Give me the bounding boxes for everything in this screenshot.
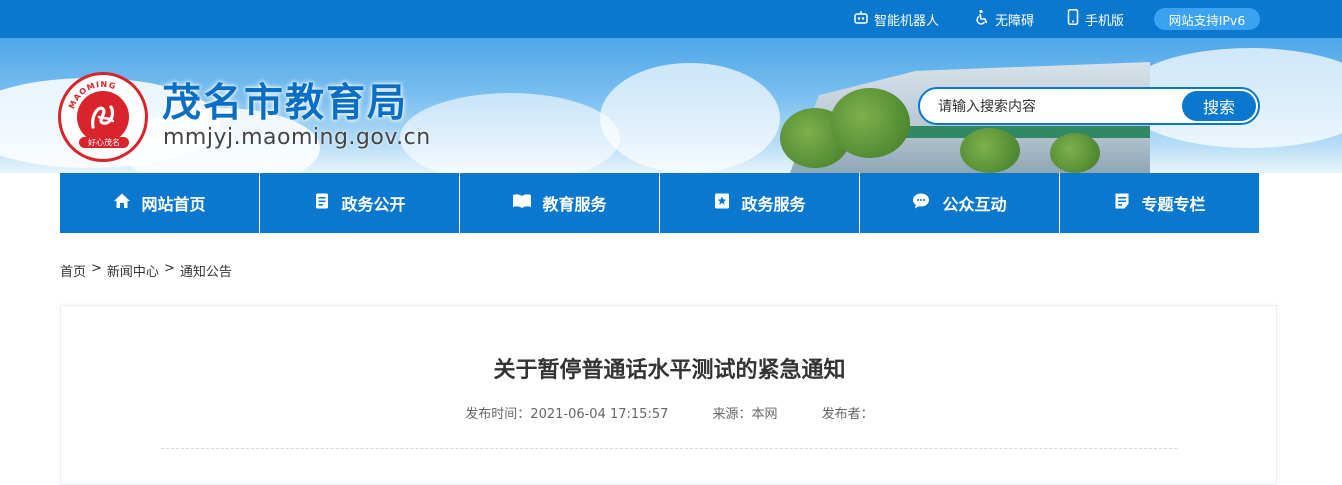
breadcrumb: 首页 > 新闻中心 > 通知公告 bbox=[60, 261, 232, 280]
site-title[interactable]: 茂名市教育局 bbox=[162, 72, 408, 128]
chat-icon bbox=[912, 192, 942, 214]
breadcrumb-home[interactable]: 首页 bbox=[60, 261, 86, 280]
breadcrumb-news-center[interactable]: 新闻中心 bbox=[107, 261, 159, 280]
publish-time: 发布时间：2021-06-04 17:15:57 bbox=[465, 407, 669, 422]
article-meta: 发布时间：2021-06-04 17:15:57 来源：本网 发布者： bbox=[61, 403, 1278, 422]
search-button[interactable]: 搜索 bbox=[1182, 91, 1256, 121]
main-nav: 网站首页 政务公开 教育服务 政务服务 公众互动 专题专栏 bbox=[60, 173, 1259, 233]
document-icon bbox=[313, 192, 341, 214]
star-bookmark-icon bbox=[713, 192, 741, 214]
search-input[interactable] bbox=[938, 97, 1158, 117]
article-source: 来源：本网 bbox=[712, 407, 778, 422]
logo-emblem bbox=[77, 91, 129, 143]
tree-decoration bbox=[830, 88, 910, 158]
nav-item-gov-services[interactable]: 政务服务 bbox=[660, 173, 860, 233]
nav-item-label: 政务公开 bbox=[341, 195, 406, 214]
nav-item-special-topics[interactable]: 专题专栏 bbox=[1060, 173, 1259, 233]
nav-item-label: 教育服务 bbox=[542, 195, 607, 214]
ipv6-badge: 网站支持IPv6 bbox=[1154, 8, 1260, 30]
accessibility-link-label: 无障碍 bbox=[995, 13, 1035, 29]
top-bar: 智能机器人 无障碍 手机版 网站支持IPv6 bbox=[0, 0, 1342, 38]
robot-link[interactable]: 智能机器人 bbox=[853, 9, 939, 29]
nav-item-label: 公众互动 bbox=[942, 195, 1007, 214]
nav-item-label: 网站首页 bbox=[141, 195, 206, 214]
breadcrumb-separator: > bbox=[163, 261, 175, 276]
mobile-icon bbox=[1066, 9, 1085, 29]
tree-decoration bbox=[960, 128, 1020, 173]
site-domain: mmjyj.maoming.gov.cn bbox=[163, 125, 431, 150]
nav-item-home[interactable]: 网站首页 bbox=[60, 173, 260, 233]
robot-icon bbox=[853, 9, 874, 29]
meta-divider bbox=[161, 448, 1177, 449]
breadcrumb-separator: > bbox=[91, 261, 102, 276]
nav-item-label: 政务服务 bbox=[741, 195, 806, 214]
robot-link-label: 智能机器人 bbox=[874, 13, 940, 29]
book-icon bbox=[512, 192, 542, 214]
accessibility-link[interactable]: 无障碍 bbox=[974, 9, 1034, 29]
article-publisher: 发布者： bbox=[821, 407, 874, 422]
article-title: 关于暂停普通话水平测试的紧急通知 bbox=[493, 358, 846, 383]
site-logo[interactable]: MAOMING 好心茂名 bbox=[58, 72, 148, 162]
search-box: 搜索 bbox=[918, 87, 1260, 125]
mobile-link[interactable]: 手机版 bbox=[1066, 9, 1124, 29]
breadcrumb-notices[interactable]: 通知公告 bbox=[180, 261, 232, 280]
article-card: 关于暂停普通话水平测试的紧急通知 发布时间：2021-06-04 17:15:5… bbox=[60, 305, 1277, 485]
nav-item-public-interaction[interactable]: 公众互动 bbox=[860, 173, 1060, 233]
home-icon bbox=[113, 192, 141, 214]
mobile-link-label: 手机版 bbox=[1085, 13, 1125, 29]
cloud-decoration bbox=[600, 63, 780, 173]
accessibility-icon bbox=[974, 9, 995, 29]
nav-item-label: 专题专栏 bbox=[1141, 195, 1206, 214]
tree-decoration bbox=[1050, 133, 1100, 173]
logo-text-bottom: 好心茂名 bbox=[79, 137, 129, 148]
nav-item-gov-affairs[interactable]: 政务公开 bbox=[260, 173, 460, 233]
cloud-decoration bbox=[400, 93, 620, 173]
nav-item-education-services[interactable]: 教育服务 bbox=[460, 173, 660, 233]
notes-icon bbox=[1113, 192, 1141, 214]
